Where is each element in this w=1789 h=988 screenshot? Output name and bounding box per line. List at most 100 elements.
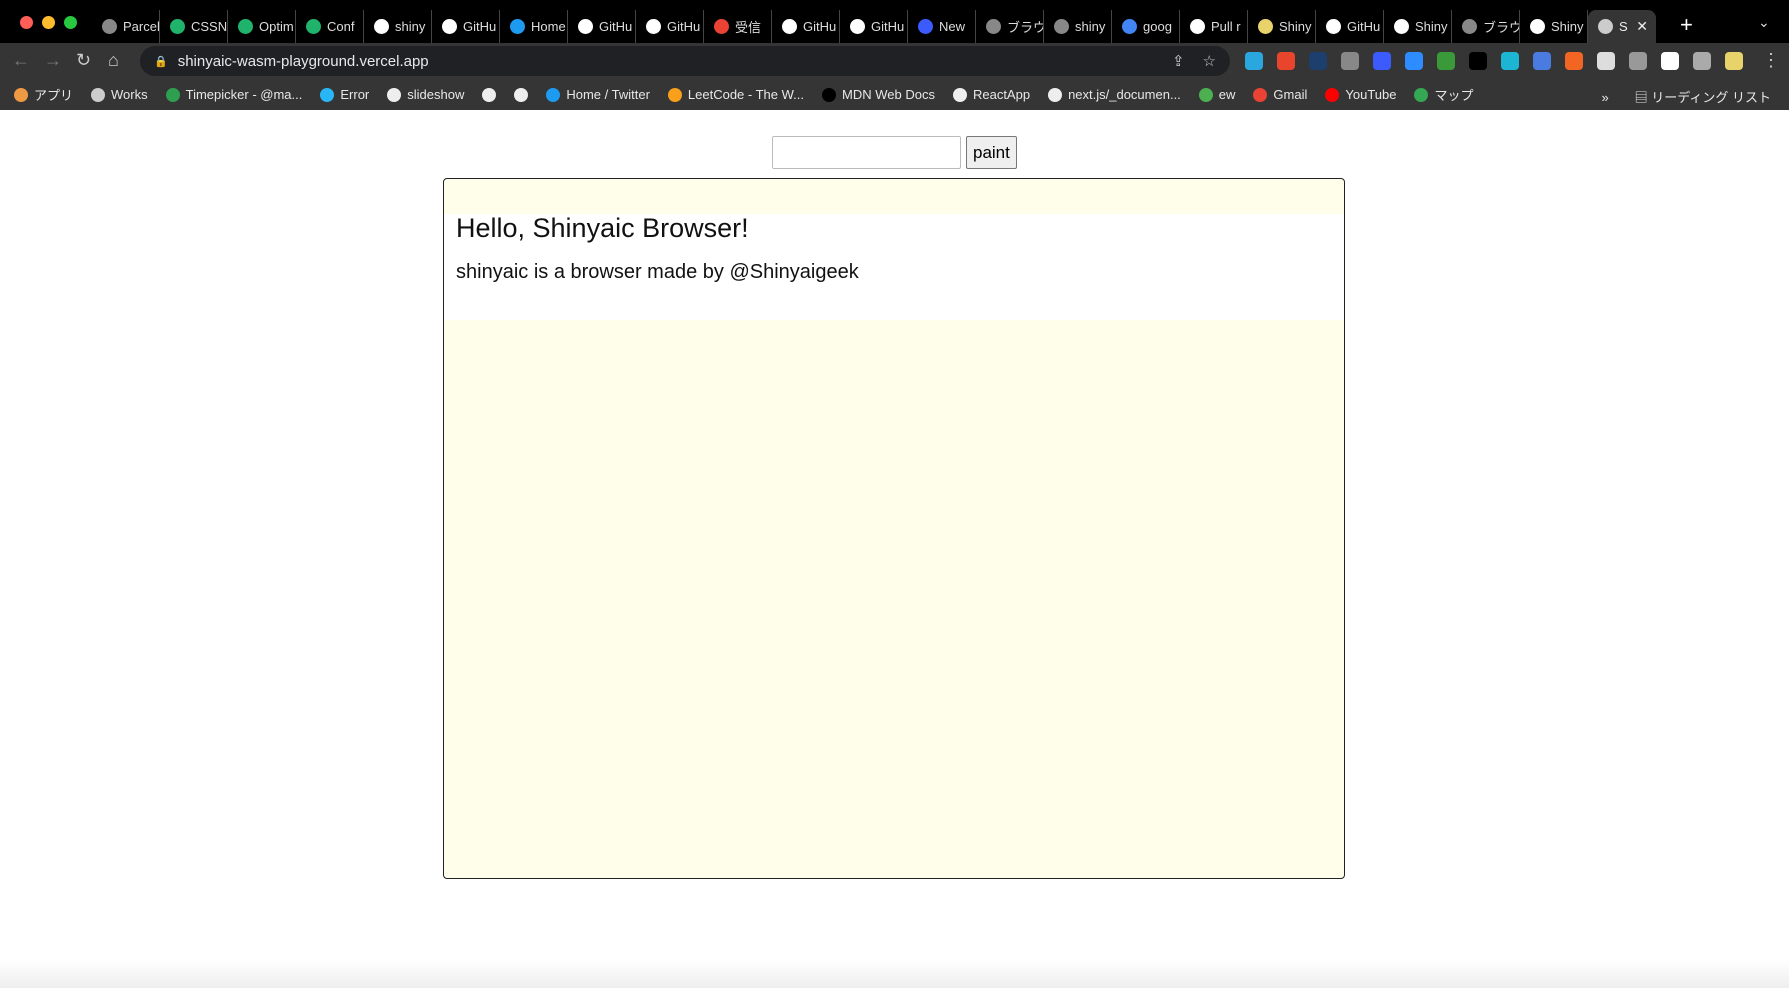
bookmark[interactable]	[514, 87, 529, 102]
url-input[interactable]	[772, 136, 961, 169]
extension-icon[interactable]	[1277, 52, 1295, 70]
tab-label: Conf	[327, 19, 355, 34]
tab[interactable]: 受信	[704, 10, 772, 43]
tab[interactable]: S ✕	[1588, 10, 1656, 43]
extension-icon[interactable]	[1309, 52, 1327, 70]
tab[interactable]: Shiny	[1248, 10, 1316, 43]
bookmark[interactable]: YouTube	[1325, 87, 1396, 102]
github-icon	[1326, 19, 1341, 34]
new-tab-button[interactable]: +	[1680, 12, 1693, 38]
menu-icon[interactable]: ⋮	[1762, 50, 1780, 71]
tab-label: Shiny	[1415, 19, 1448, 34]
zoom-window-button[interactable]	[64, 16, 77, 29]
more-bookmarks[interactable]: »	[1601, 90, 1608, 105]
extension-icon[interactable]	[1437, 52, 1455, 70]
tab-label: S	[1619, 19, 1628, 34]
tab[interactable]: Conf	[296, 10, 364, 43]
bookmark[interactable]: Timepicker - @ma...	[165, 87, 302, 102]
tab[interactable]: GitHu	[636, 10, 704, 43]
home-button[interactable]: ⌂	[108, 50, 119, 71]
tab[interactable]: ブラウ	[1452, 10, 1520, 43]
bookmark[interactable]: ReactApp	[952, 87, 1030, 102]
bookmark[interactable]: slideshow	[387, 87, 464, 102]
reading-list[interactable]: » ▤ リーディング リスト	[1601, 87, 1771, 106]
extension-icon[interactable]	[1373, 52, 1391, 70]
bookmark[interactable]: Home / Twitter	[546, 87, 650, 102]
extension-icon[interactable]	[1405, 52, 1423, 70]
bookmark[interactable]: Gmail	[1253, 87, 1307, 102]
bookmark[interactable]: ew	[1198, 87, 1236, 102]
tab-label: ブラウ	[1007, 20, 1044, 35]
tab[interactable]: Pull r	[1180, 10, 1248, 43]
tab-label: 受信	[735, 20, 762, 35]
bookmark[interactable]	[482, 87, 497, 102]
reload-button[interactable]: ↻	[76, 50, 91, 71]
tab[interactable]: ブラウ	[976, 10, 1044, 43]
tab[interactable]: GitHu	[432, 10, 500, 43]
tab-search-chevron-icon[interactable]: ⌄	[1758, 14, 1770, 31]
extension-icon[interactable]	[1693, 52, 1711, 70]
extension-icon[interactable]	[1565, 52, 1583, 70]
back-button[interactable]: ←	[12, 50, 30, 71]
bookmark-label: Home / Twitter	[566, 87, 650, 102]
tab[interactable]: Parcel	[92, 10, 160, 43]
tab[interactable]: New	[908, 10, 976, 43]
bookmark-star-icon[interactable]: ☆	[1203, 52, 1216, 70]
extension-icon[interactable]	[1341, 52, 1359, 70]
tab-label: Parcel	[123, 19, 160, 34]
tab[interactable]: GitHu	[1316, 10, 1384, 43]
c-icon	[320, 87, 335, 102]
reading-list-icon: ▤	[1634, 90, 1652, 105]
bookmark-label: ew	[1218, 87, 1236, 102]
url-text: shinyaic-wasm-playground.vercel.app	[177, 52, 429, 70]
close-window-button[interactable]	[20, 16, 33, 29]
tab[interactable]: GitHu	[568, 10, 636, 43]
bookmark[interactable]: MDN Web Docs	[822, 87, 935, 102]
tab[interactable]: GitHu	[840, 10, 908, 43]
extension-icon[interactable]	[1245, 52, 1263, 70]
paint-button[interactable]: paint	[966, 136, 1017, 169]
bookmark[interactable]: next.js/_documen...	[1048, 87, 1181, 102]
extension-icon[interactable]	[1501, 52, 1519, 70]
bookmark[interactable]: LeetCode - The W...	[667, 87, 805, 102]
github-icon	[442, 19, 457, 34]
tab[interactable]: GitHu	[772, 10, 840, 43]
github-icon	[374, 19, 389, 34]
globe-icon	[986, 19, 1001, 34]
app-icon	[918, 19, 933, 34]
tab[interactable]: CSSN	[160, 10, 228, 43]
tab-label: GitHu	[667, 19, 701, 34]
tab[interactable]: Home	[500, 10, 568, 43]
twitter-icon	[510, 19, 525, 34]
globe-icon	[1054, 19, 1069, 34]
extension-icon[interactable]	[1661, 52, 1679, 70]
tab[interactable]: goog	[1112, 10, 1180, 43]
address-bar[interactable]: 🔒 shinyaic-wasm-playground.vercel.app ⇪ ☆	[140, 46, 1230, 76]
tab-bar: Parcel CSSN Optim Conf shiny GitHu Home GitHu Gi…	[0, 0, 1789, 43]
tab[interactable]: Shiny	[1384, 10, 1452, 43]
bookmark-label: アプリ	[34, 88, 74, 103]
extension-icon[interactable]	[1629, 52, 1647, 70]
extension-icon[interactable]	[1469, 52, 1487, 70]
extension-icon[interactable]	[1597, 52, 1615, 70]
minimize-window-button[interactable]	[42, 16, 55, 29]
globe-icon	[102, 19, 117, 34]
tab[interactable]: shiny	[364, 10, 432, 43]
bookmark[interactable]: マップ	[1414, 85, 1473, 104]
folder-icon	[91, 87, 106, 102]
bookmark[interactable]: Works	[91, 87, 148, 102]
forward-button[interactable]: →	[44, 50, 62, 71]
bookmark[interactable]: Error	[320, 87, 369, 102]
bookmark[interactable]: アプリ	[14, 85, 73, 104]
share-icon[interactable]: ⇪	[1172, 52, 1185, 70]
extension-icon[interactable]	[1533, 52, 1551, 70]
tab[interactable]: Shiny	[1520, 10, 1588, 43]
github-icon	[646, 19, 661, 34]
window-controls	[20, 16, 77, 29]
close-tab-icon[interactable]: ✕	[1636, 18, 1648, 35]
tab[interactable]: shiny	[1044, 10, 1112, 43]
tab[interactable]: Optim	[228, 10, 296, 43]
extension-icon[interactable]	[1725, 52, 1743, 70]
gmail-icon	[714, 19, 729, 34]
bookmark-label: LeetCode - The W...	[687, 87, 805, 102]
